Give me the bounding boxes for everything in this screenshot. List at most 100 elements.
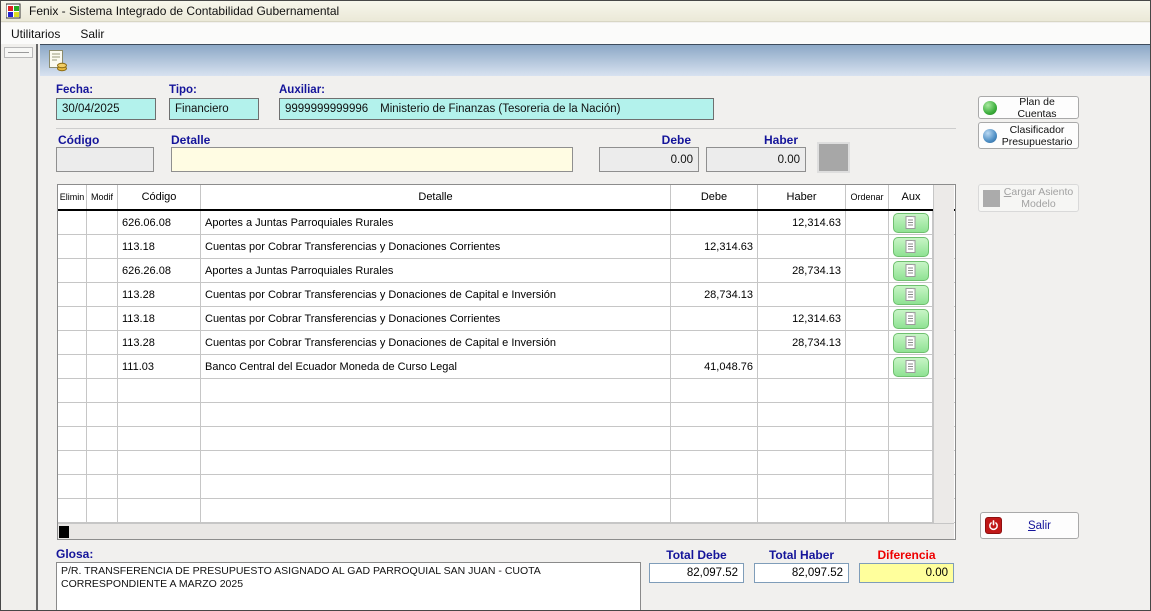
horizontal-scrollbar[interactable] (58, 523, 954, 539)
cell-elimin (58, 403, 87, 426)
aux-button[interactable] (893, 309, 929, 329)
table-row[interactable] (58, 379, 955, 403)
table-row[interactable] (58, 499, 955, 523)
glosa-textarea[interactable]: P/R. TRANSFERENCIA DE PRESUPUESTO ASIGNA… (56, 562, 641, 611)
header-modif[interactable]: Modif (87, 185, 118, 209)
cell-detalle (201, 475, 671, 498)
cell-codigo: 113.18 (118, 307, 201, 330)
cell-debe: 28,734.13 (671, 283, 758, 306)
debe-input[interactable]: 0.00 (599, 147, 699, 172)
cell-detalle (201, 379, 671, 402)
fecha-value: 30/04/2025 (62, 103, 120, 115)
cell-haber (758, 355, 846, 378)
fecha-field[interactable]: 30/04/2025 (56, 98, 156, 120)
clasificador-label-line2: Presupuestario (1002, 136, 1073, 148)
cell-elimin (58, 283, 87, 306)
header-detalle[interactable]: Detalle (201, 185, 671, 209)
cell-codigo (118, 475, 201, 498)
table-row[interactable]: 626.06.08Aportes a Juntas Parroquiales R… (58, 211, 955, 235)
header-codigo[interactable]: Código (118, 185, 201, 209)
entries-grid: Elimin Modif Código Detalle Debe Haber O… (58, 185, 955, 539)
cell-ordenar (846, 307, 889, 330)
cell-ordenar (846, 283, 889, 306)
cell-haber (758, 475, 846, 498)
header-ordenar[interactable]: Ordenar (846, 185, 889, 209)
plan-de-cuentas-label: Plan de Cuentas (1000, 96, 1074, 120)
plan-de-cuentas-button[interactable]: Plan de Cuentas (978, 96, 1079, 119)
cell-codigo (118, 427, 201, 450)
horizontal-scrollbar-thumb[interactable] (59, 526, 69, 538)
cell-debe (671, 211, 758, 234)
cell-debe: 41,048.76 (671, 355, 758, 378)
cell-modif (87, 331, 118, 354)
cell-ordenar (846, 403, 889, 426)
salir-button[interactable]: Salir (980, 512, 1079, 539)
haber-input-value: 0.00 (778, 154, 800, 166)
cell-modif (87, 307, 118, 330)
cell-aux (889, 451, 933, 474)
cell-modif (87, 355, 118, 378)
cell-modif (87, 427, 118, 450)
table-row[interactable]: 113.18Cuentas por Cobrar Transferencias … (58, 307, 955, 331)
cell-elimin (58, 235, 87, 258)
cell-debe (671, 403, 758, 426)
aux-button[interactable] (893, 261, 929, 281)
cell-haber (758, 379, 846, 402)
cell-debe (671, 499, 758, 522)
header-aux[interactable]: Aux (889, 185, 933, 209)
table-row[interactable] (58, 451, 955, 475)
cell-detalle: Cuentas por Cobrar Transferencias y Dona… (201, 307, 671, 330)
cell-debe: 12,314.63 (671, 235, 758, 258)
cargar-asiento-modelo-button[interactable]: Cargar Asiento Modelo (978, 184, 1079, 212)
cell-haber (758, 283, 846, 306)
menu-utilitarios[interactable]: Utilitarios (1, 25, 70, 43)
cell-detalle: Cuentas por Cobrar Transferencias y Dona… (201, 283, 671, 306)
aux-button[interactable] (893, 285, 929, 305)
tipo-value: Financiero (175, 103, 229, 115)
cell-elimin (58, 355, 87, 378)
vertical-scrollbar[interactable] (933, 185, 954, 523)
auxiliar-field[interactable]: 9999999999996 Ministerio de Finanzas (Te… (279, 98, 714, 120)
aux-button[interactable] (893, 357, 929, 377)
detalle-input[interactable] (171, 147, 573, 172)
window-title: Fenix - Sistema Integrado de Contabilida… (29, 4, 339, 18)
aux-button[interactable] (893, 333, 929, 353)
table-row[interactable]: 626.26.08Aportes a Juntas Parroquiales R… (58, 259, 955, 283)
cell-codigo: 113.28 (118, 283, 201, 306)
cell-elimin (58, 331, 87, 354)
table-row[interactable] (58, 403, 955, 427)
debe-label: Debe (599, 133, 691, 147)
cell-elimin (58, 499, 87, 522)
blue-sphere-icon (983, 129, 997, 143)
aux-button[interactable] (893, 213, 929, 233)
add-entry-button[interactable] (817, 142, 850, 173)
header-haber[interactable]: Haber (758, 185, 846, 209)
table-row[interactable]: 111.03Banco Central del Ecuador Moneda d… (58, 355, 955, 379)
aux-button[interactable] (893, 237, 929, 257)
cell-ordenar (846, 475, 889, 498)
cell-aux (889, 379, 933, 402)
green-sphere-icon (983, 101, 997, 115)
panel-grip[interactable] (4, 47, 33, 58)
header-elimin[interactable]: Elimin (58, 185, 87, 209)
clasificador-label-line1: Clasificador (1010, 124, 1065, 136)
tipo-field[interactable]: Financiero (169, 98, 259, 120)
haber-input[interactable]: 0.00 (706, 147, 806, 172)
table-row[interactable]: 113.18Cuentas por Cobrar Transferencias … (58, 235, 955, 259)
codigo-input[interactable] (56, 147, 154, 172)
table-row[interactable]: 113.28Cuentas por Cobrar Transferencias … (58, 331, 955, 355)
header-debe[interactable]: Debe (671, 185, 758, 209)
cell-aux (889, 283, 933, 306)
clasificador-presupuestario-button[interactable]: Clasificador Presupuestario (978, 122, 1079, 149)
cell-elimin (58, 451, 87, 474)
document-coins-icon[interactable] (48, 49, 69, 72)
table-row[interactable]: 113.28Cuentas por Cobrar Transferencias … (58, 283, 955, 307)
cell-haber (758, 499, 846, 522)
cell-debe (671, 379, 758, 402)
menu-salir[interactable]: Salir (70, 25, 114, 43)
grid-body: 626.06.08Aportes a Juntas Parroquiales R… (58, 211, 955, 523)
table-row[interactable] (58, 427, 955, 451)
table-row[interactable] (58, 475, 955, 499)
cell-aux (889, 403, 933, 426)
tipo-label: Tipo: (169, 84, 197, 96)
